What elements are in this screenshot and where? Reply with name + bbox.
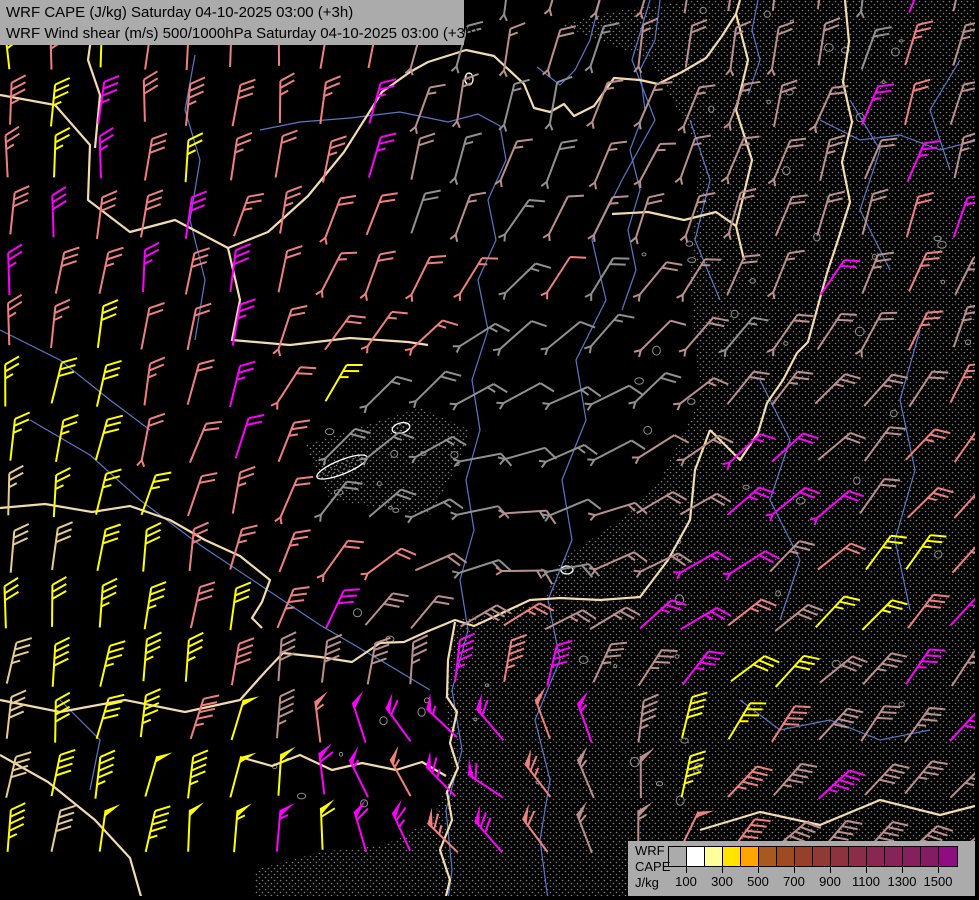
map-canvas [0,0,979,900]
title-box: WRF CAPE (J/kg) Saturday 04-10-2025 03:0… [0,0,464,45]
legend-tick [722,866,723,873]
legend-tick [686,866,687,873]
legend-cell [939,847,957,866]
legend-tick-label: 500 [747,874,769,889]
legend-cell [903,847,921,866]
legend-tick-label: 1300 [888,874,917,889]
legend-tick [866,866,867,873]
frame-right [975,0,979,900]
legend-cell [867,847,885,866]
weather-map: WRF CAPE (J/kg) Saturday 04-10-2025 03:0… [0,0,979,900]
legend-cell [759,847,777,866]
legend-panel: WRF CAPE J/kg 100 300 500 700 900 1100 1300 150… [628,841,975,896]
legend-cell [741,847,759,866]
legend-tick-label: 1100 [852,874,880,889]
legend-cell [885,847,903,866]
legend-cell [849,847,867,866]
legend-tick-label: 900 [819,874,841,889]
legend-tick [758,866,759,873]
legend-cell [795,847,813,866]
legend-cell [921,847,939,866]
legend-cell [813,847,831,866]
legend-tick [830,866,831,873]
legend-tick-label: 1500 [924,874,953,889]
frame-bottom [0,896,979,900]
legend-cell [687,847,705,866]
legend-label: WRF CAPE J/kg [635,843,670,891]
cape-colorbar [668,846,958,867]
title-line-cape: WRF CAPE (J/kg) Saturday 04-10-2025 03:0… [6,2,464,23]
legend-tick-label: 700 [783,874,805,889]
legend-tick [938,866,939,873]
legend-cell [705,847,723,866]
legend-cell [777,847,795,866]
legend-label-line: WRF [635,843,670,859]
legend-tick [794,866,795,873]
title-line-shear: WRF Wind shear (m/s) 500/1000hPa Saturda… [6,23,464,44]
legend-tick [902,866,903,873]
legend-label-line: J/kg [635,875,670,891]
legend-cell [669,847,687,866]
legend-cell [831,847,849,866]
legend-tick-label: 100 [675,874,697,889]
legend-label-line: CAPE [635,859,670,875]
legend-tick-label: 300 [711,874,733,889]
legend-cell [723,847,741,866]
